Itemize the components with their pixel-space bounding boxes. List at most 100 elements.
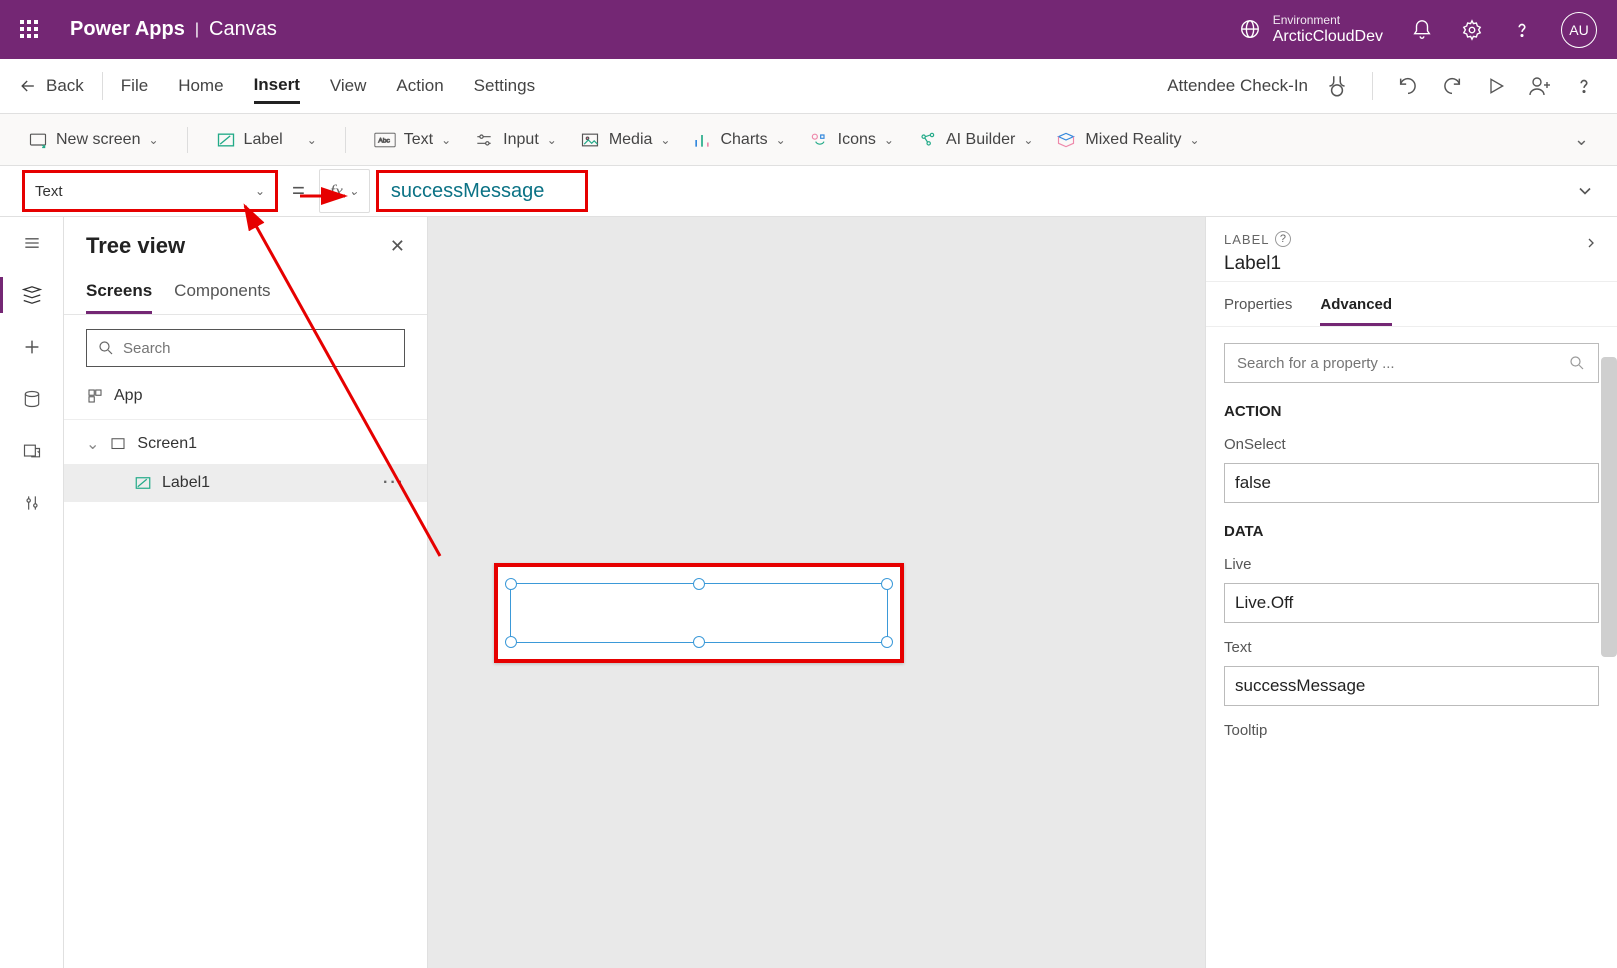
data-rail-icon[interactable] (20, 387, 44, 411)
insert-rail-icon[interactable] (20, 335, 44, 359)
label-button[interactable]: Label ⌄ (210, 126, 323, 154)
tree-view-icon[interactable] (20, 283, 44, 307)
tree-node-screen1[interactable]: ⌄ Screen1 (64, 424, 427, 464)
bar-chart-icon (692, 130, 712, 150)
tree-node-app[interactable]: App (64, 377, 427, 415)
resize-handle[interactable] (505, 578, 517, 590)
shapes-icon (808, 130, 830, 150)
image-icon (579, 130, 601, 150)
app-checker-icon[interactable] (1322, 71, 1352, 101)
tab-screens[interactable]: Screens (86, 275, 152, 314)
properties-panel: LABEL ? Label1 Properties Advanced ACTIO… (1205, 217, 1617, 968)
label-icon (134, 474, 152, 492)
menu-file[interactable]: File (121, 70, 148, 102)
field-label-text: Text (1224, 639, 1599, 656)
tree-view-panel: Tree view ✕ Screens Components App ⌄ Scr… (64, 217, 428, 968)
menu-insert[interactable]: Insert (254, 69, 300, 104)
app-type-label: Canvas (209, 18, 277, 41)
resize-handle[interactable] (881, 578, 893, 590)
scrollbar[interactable] (1601, 357, 1617, 657)
tree-search-input[interactable] (123, 340, 394, 357)
menu-home[interactable]: Home (178, 70, 223, 102)
fx-button[interactable]: fx⌄ (319, 169, 370, 213)
environment-name: ArcticCloudDev (1273, 27, 1383, 46)
tree-node-label1[interactable]: Label1 ··· (64, 464, 427, 502)
tree-search[interactable] (86, 329, 405, 367)
field-onselect[interactable]: false (1224, 463, 1599, 503)
equals-sign: = (292, 178, 305, 204)
left-rail (0, 217, 64, 968)
share-button[interactable] (1525, 71, 1555, 101)
more-icon[interactable]: ··· (383, 474, 405, 492)
svg-text:Abc: Abc (378, 137, 390, 144)
environment-label: Environment (1273, 13, 1383, 27)
ai-builder-menu[interactable]: AI Builder⌄ (910, 126, 1039, 154)
canvas-area[interactable] (428, 217, 1205, 968)
app-header: Power Apps | Canvas Environment ArcticCl… (0, 0, 1617, 59)
ai-builder-icon (916, 130, 938, 150)
label-icon (216, 130, 236, 150)
formula-input[interactable]: successMessage (376, 170, 588, 212)
redo-button[interactable] (1437, 71, 1467, 101)
selected-label-control[interactable] (494, 563, 904, 663)
tab-components[interactable]: Components (174, 275, 270, 314)
search-icon (97, 339, 115, 357)
play-button[interactable] (1481, 71, 1511, 101)
search-icon (1568, 354, 1586, 372)
undo-button[interactable] (1393, 71, 1423, 101)
formula-bar: Text ⌄ = fx⌄ successMessage (0, 166, 1617, 217)
user-avatar[interactable]: AU (1561, 12, 1597, 48)
field-label-tooltip: Tooltip (1224, 722, 1599, 739)
field-live[interactable]: Live.Off (1224, 583, 1599, 623)
mixed-reality-menu[interactable]: Mixed Reality⌄ (1049, 126, 1205, 154)
app-title: Attendee Check-In (1167, 76, 1308, 96)
text-menu[interactable]: Abc Text⌄ (368, 127, 457, 153)
resize-handle[interactable] (693, 636, 705, 648)
resize-handle[interactable] (505, 636, 517, 648)
notifications-icon[interactable] (1411, 19, 1433, 41)
chevron-down-icon (1575, 181, 1595, 201)
back-button[interactable]: Back (18, 76, 84, 96)
property-search-input[interactable] (1237, 355, 1568, 372)
help-menu-icon[interactable] (1569, 71, 1599, 101)
property-selector[interactable]: Text ⌄ (22, 170, 278, 212)
help-icon[interactable]: ? (1275, 231, 1291, 247)
formula-expand-button[interactable] (1575, 181, 1617, 201)
resize-handle[interactable] (693, 578, 705, 590)
advanced-tools-icon[interactable] (20, 491, 44, 515)
menu-settings[interactable]: Settings (474, 70, 535, 102)
media-rail-icon[interactable] (20, 439, 44, 463)
app-launcher-icon[interactable] (20, 20, 40, 40)
ribbon-overflow[interactable]: ⌄ (1568, 125, 1595, 154)
hamburger-icon[interactable] (20, 231, 44, 255)
tree-title: Tree view (86, 233, 185, 259)
field-label-onselect: OnSelect (1224, 436, 1599, 453)
control-type-label: LABEL (1224, 232, 1269, 247)
new-screen-button[interactable]: New screen⌄ (22, 126, 165, 154)
main-area: Tree view ✕ Screens Components App ⌄ Scr… (0, 217, 1617, 968)
environment-picker[interactable]: Environment ArcticCloudDev (1239, 13, 1383, 47)
menu-view[interactable]: View (330, 70, 367, 102)
resize-handle[interactable] (881, 636, 893, 648)
tab-properties[interactable]: Properties (1224, 290, 1292, 326)
screen-icon (28, 130, 48, 150)
charts-menu[interactable]: Charts⌄ (686, 126, 791, 154)
property-search[interactable] (1224, 343, 1599, 383)
settings-icon[interactable] (1461, 19, 1483, 41)
field-label-live: Live (1224, 556, 1599, 573)
media-menu[interactable]: Media⌄ (573, 126, 677, 154)
input-menu[interactable]: Input⌄ (467, 126, 563, 154)
command-bar: Back File Home Insert View Action Settin… (0, 59, 1617, 114)
brand-name: Power Apps (70, 18, 185, 41)
app-icon (86, 387, 104, 405)
icons-menu[interactable]: Icons⌄ (802, 126, 900, 154)
sliders-icon (473, 130, 495, 150)
close-icon[interactable]: ✕ (390, 236, 405, 257)
chevron-right-icon[interactable] (1583, 235, 1599, 251)
section-action: ACTION (1224, 403, 1599, 420)
tab-advanced[interactable]: Advanced (1320, 290, 1392, 326)
section-data: DATA (1224, 523, 1599, 540)
menu-action[interactable]: Action (396, 70, 443, 102)
field-text[interactable]: successMessage (1224, 666, 1599, 706)
help-icon[interactable] (1511, 19, 1533, 41)
